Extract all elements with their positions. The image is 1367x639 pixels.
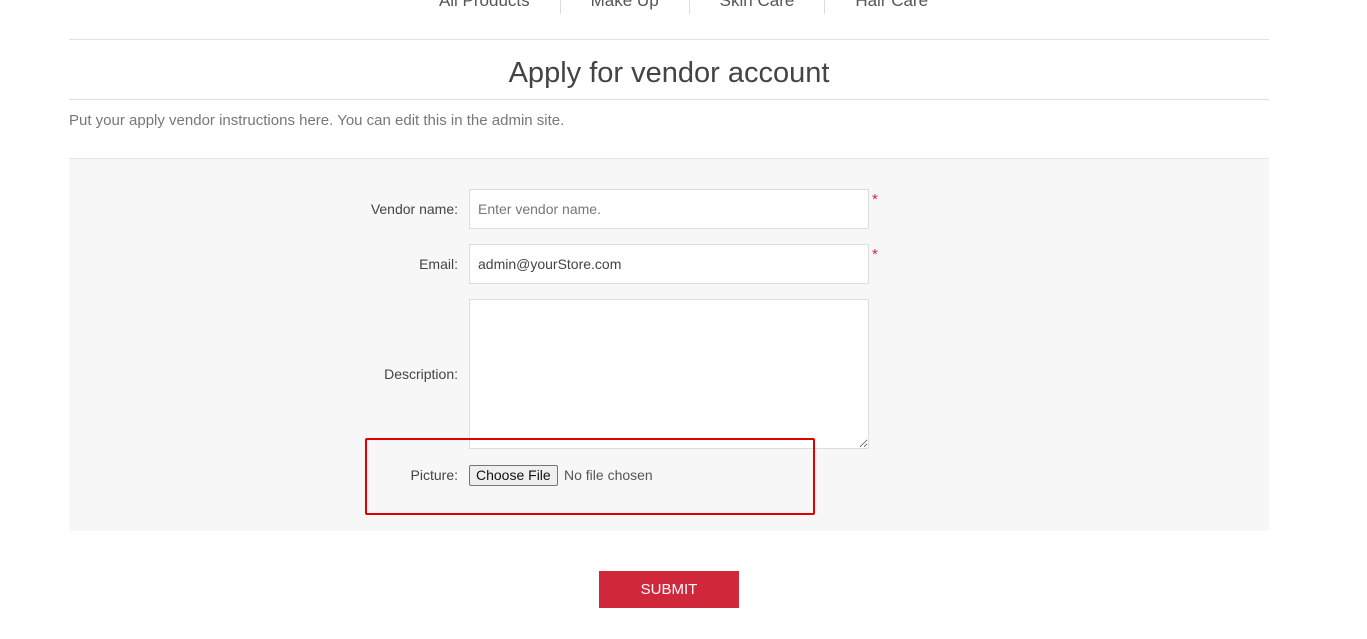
menu-item-all-products[interactable]: All Products xyxy=(409,0,560,14)
menu-item-make-up[interactable]: Make Up xyxy=(559,0,689,14)
description-label: Description: xyxy=(384,366,458,382)
vendor-name-label: Vendor name: xyxy=(370,201,458,217)
title-divider xyxy=(69,99,1269,100)
choose-file-button[interactable]: Choose File xyxy=(469,465,558,486)
description-textarea[interactable] xyxy=(469,299,869,449)
menu-divider xyxy=(69,39,1269,40)
menu-item-hair-care[interactable]: Hair Care xyxy=(824,0,958,14)
picture-label: Picture: xyxy=(410,467,458,483)
page-title: Apply for vendor account xyxy=(508,57,830,89)
menu-item-skin-care[interactable]: Skin Care xyxy=(688,0,825,14)
vendor-name-required-mark: * xyxy=(872,191,878,208)
vendor-apply-page: All Products Make Up Skin Care Hair Care… xyxy=(0,0,1367,639)
email-input[interactable] xyxy=(469,244,869,284)
submit-button[interactable]: SUBMIT xyxy=(599,571,739,608)
file-status-text: No file chosen xyxy=(564,467,653,483)
email-label: Email: xyxy=(419,256,458,272)
email-required-mark: * xyxy=(872,246,878,263)
top-menu: All Products Make Up Skin Care Hair Care xyxy=(0,0,1367,14)
vendor-name-input[interactable] xyxy=(469,189,869,229)
apply-instructions: Put your apply vendor instructions here.… xyxy=(69,112,565,129)
